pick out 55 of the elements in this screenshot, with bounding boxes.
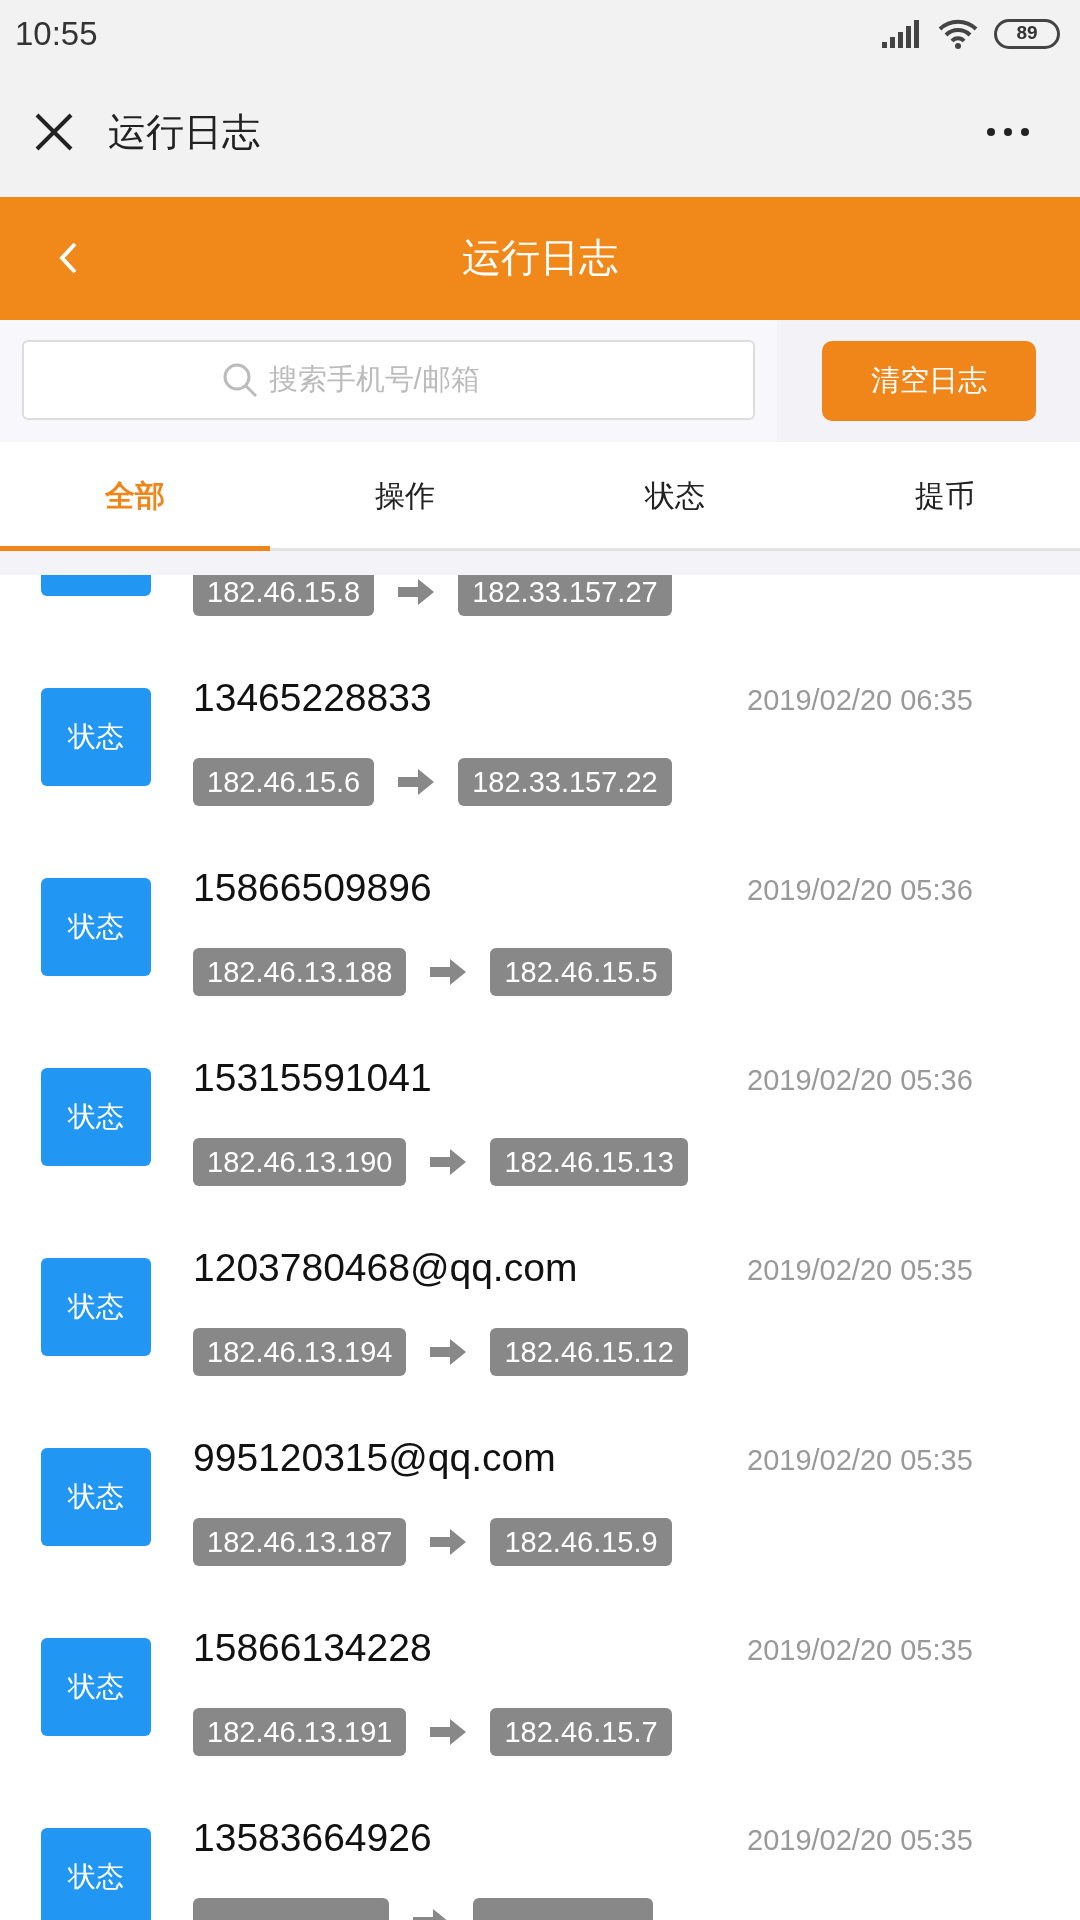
ip-tag: 182.46.15.5 bbox=[490, 948, 672, 996]
clock: 10:55 bbox=[15, 13, 98, 54]
status-tag: 状态 bbox=[41, 1068, 151, 1166]
ip-tag: 182.46.13.188 bbox=[193, 948, 407, 996]
timestamp: 2019/02/20 05:36 bbox=[747, 1063, 973, 1098]
account-text: 13465228833 bbox=[193, 675, 432, 721]
account-text: 1203780468@qq.com bbox=[193, 1245, 578, 1291]
wifi-icon bbox=[938, 18, 978, 49]
ip-tag: 182.46.15.12 bbox=[490, 1328, 688, 1376]
account-text: 15866509896 bbox=[193, 865, 432, 911]
arrow-icon bbox=[430, 1149, 467, 1175]
timestamp: 2019/02/20 05:35 bbox=[747, 1253, 973, 1288]
back-button[interactable] bbox=[58, 241, 78, 275]
tab[interactable]: 提币 bbox=[810, 442, 1080, 548]
timestamp: 2019/02/20 05:35 bbox=[747, 1443, 973, 1478]
arrow-icon bbox=[430, 959, 467, 985]
account-text: 15866134228 bbox=[193, 1625, 432, 1671]
ip-tag: 182.33.157.27 bbox=[458, 575, 672, 616]
tab[interactable]: 操作 bbox=[270, 442, 540, 548]
arrow-icon bbox=[430, 1339, 467, 1365]
ip-tag: 182.46.13.194 bbox=[193, 1328, 407, 1376]
account-text: 13583664926 bbox=[193, 1815, 432, 1861]
status-tag: 状态 bbox=[41, 1638, 151, 1736]
status-tag: 状态 bbox=[41, 1828, 151, 1920]
more-icon[interactable] bbox=[986, 127, 1030, 137]
timestamp: 2019/02/20 06:35 bbox=[747, 683, 973, 718]
ip-tag: 182.46.15.13 bbox=[490, 1138, 688, 1186]
account-text: 15315591041 bbox=[193, 1055, 432, 1101]
status-tag: 状态 bbox=[41, 878, 151, 976]
ip-tag: 182.46.15.7 bbox=[490, 1708, 672, 1756]
arrow-icon bbox=[398, 769, 435, 795]
close-icon[interactable] bbox=[34, 112, 74, 152]
arrow-icon bbox=[430, 1719, 467, 1745]
page-title: 运行日志 bbox=[462, 235, 618, 282]
search-input[interactable]: 搜索手机号/邮箱 bbox=[266, 357, 557, 403]
ip-tag: 182.46.13.190 bbox=[193, 1138, 407, 1186]
timestamp: 2019/02/20 05:36 bbox=[747, 873, 973, 908]
app-title: 运行日志 bbox=[108, 109, 260, 155]
arrow-icon bbox=[430, 1529, 467, 1555]
arrow-icon bbox=[398, 579, 435, 605]
ip-tag: 182.46.15.8 bbox=[193, 575, 375, 616]
status-tag: 状态 bbox=[41, 1258, 151, 1356]
signal-icon bbox=[882, 19, 922, 48]
timestamp: 2019/02/20 05:35 bbox=[747, 1633, 973, 1668]
account-text: 995120315@qq.com bbox=[193, 1435, 556, 1481]
tab[interactable]: 状态 bbox=[540, 442, 810, 548]
timestamp: 2019/02/20 05:35 bbox=[747, 1823, 973, 1858]
ip-tag: 182.46.13.187 bbox=[193, 1518, 407, 1566]
ip-tag: 182.46.15.9 bbox=[490, 1518, 672, 1566]
ip-tag: 182.46.15.6 bbox=[193, 758, 375, 806]
status-tag: 状态 bbox=[41, 688, 151, 786]
ip-tag: 182.33.157.22 bbox=[458, 758, 672, 806]
status-tag: 状态 bbox=[41, 1448, 151, 1546]
battery-icon: 89 bbox=[994, 18, 1060, 49]
ip-tag: 182.46.13.191 bbox=[193, 1708, 407, 1756]
